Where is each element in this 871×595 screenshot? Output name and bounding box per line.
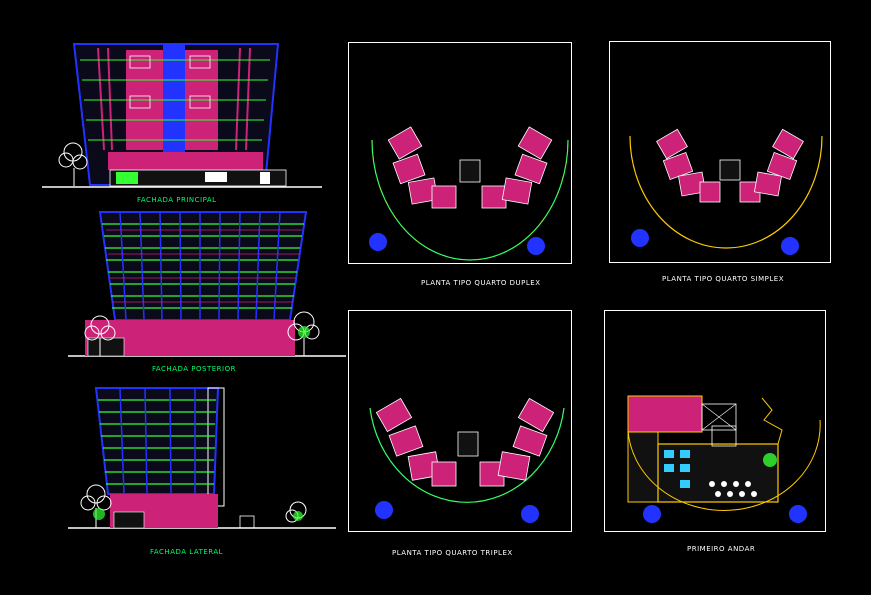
- planta-simplex-frame: [609, 41, 831, 263]
- planta-triplex-frame: [348, 310, 572, 532]
- fachada-posterior-label: FACHADA POSTERIOR: [152, 365, 236, 373]
- planta-primeiro-andar-frame: [604, 310, 826, 532]
- primeiro-andar-label: PRIMEIRO ANDAR: [687, 545, 756, 553]
- fachada-principal-label: FACHADA PRINCIPAL: [137, 196, 217, 204]
- fachada-posterior-elevation: [68, 211, 346, 357]
- fachada-principal-elevation: [42, 43, 322, 188]
- planta-duplex-frame: [348, 42, 572, 264]
- planta-duplex-label: PLANTA TIPO QUARTO DUPLEX: [421, 279, 541, 287]
- planta-triplex-label: PLANTA TIPO QUARTO TRIPLEX: [392, 549, 513, 557]
- fachada-lateral-label: FACHADA LATERAL: [150, 548, 224, 556]
- planta-simplex-label: PLANTA TIPO QUARTO SIMPLEX: [662, 275, 785, 283]
- fachada-lateral-elevation: [68, 387, 336, 529]
